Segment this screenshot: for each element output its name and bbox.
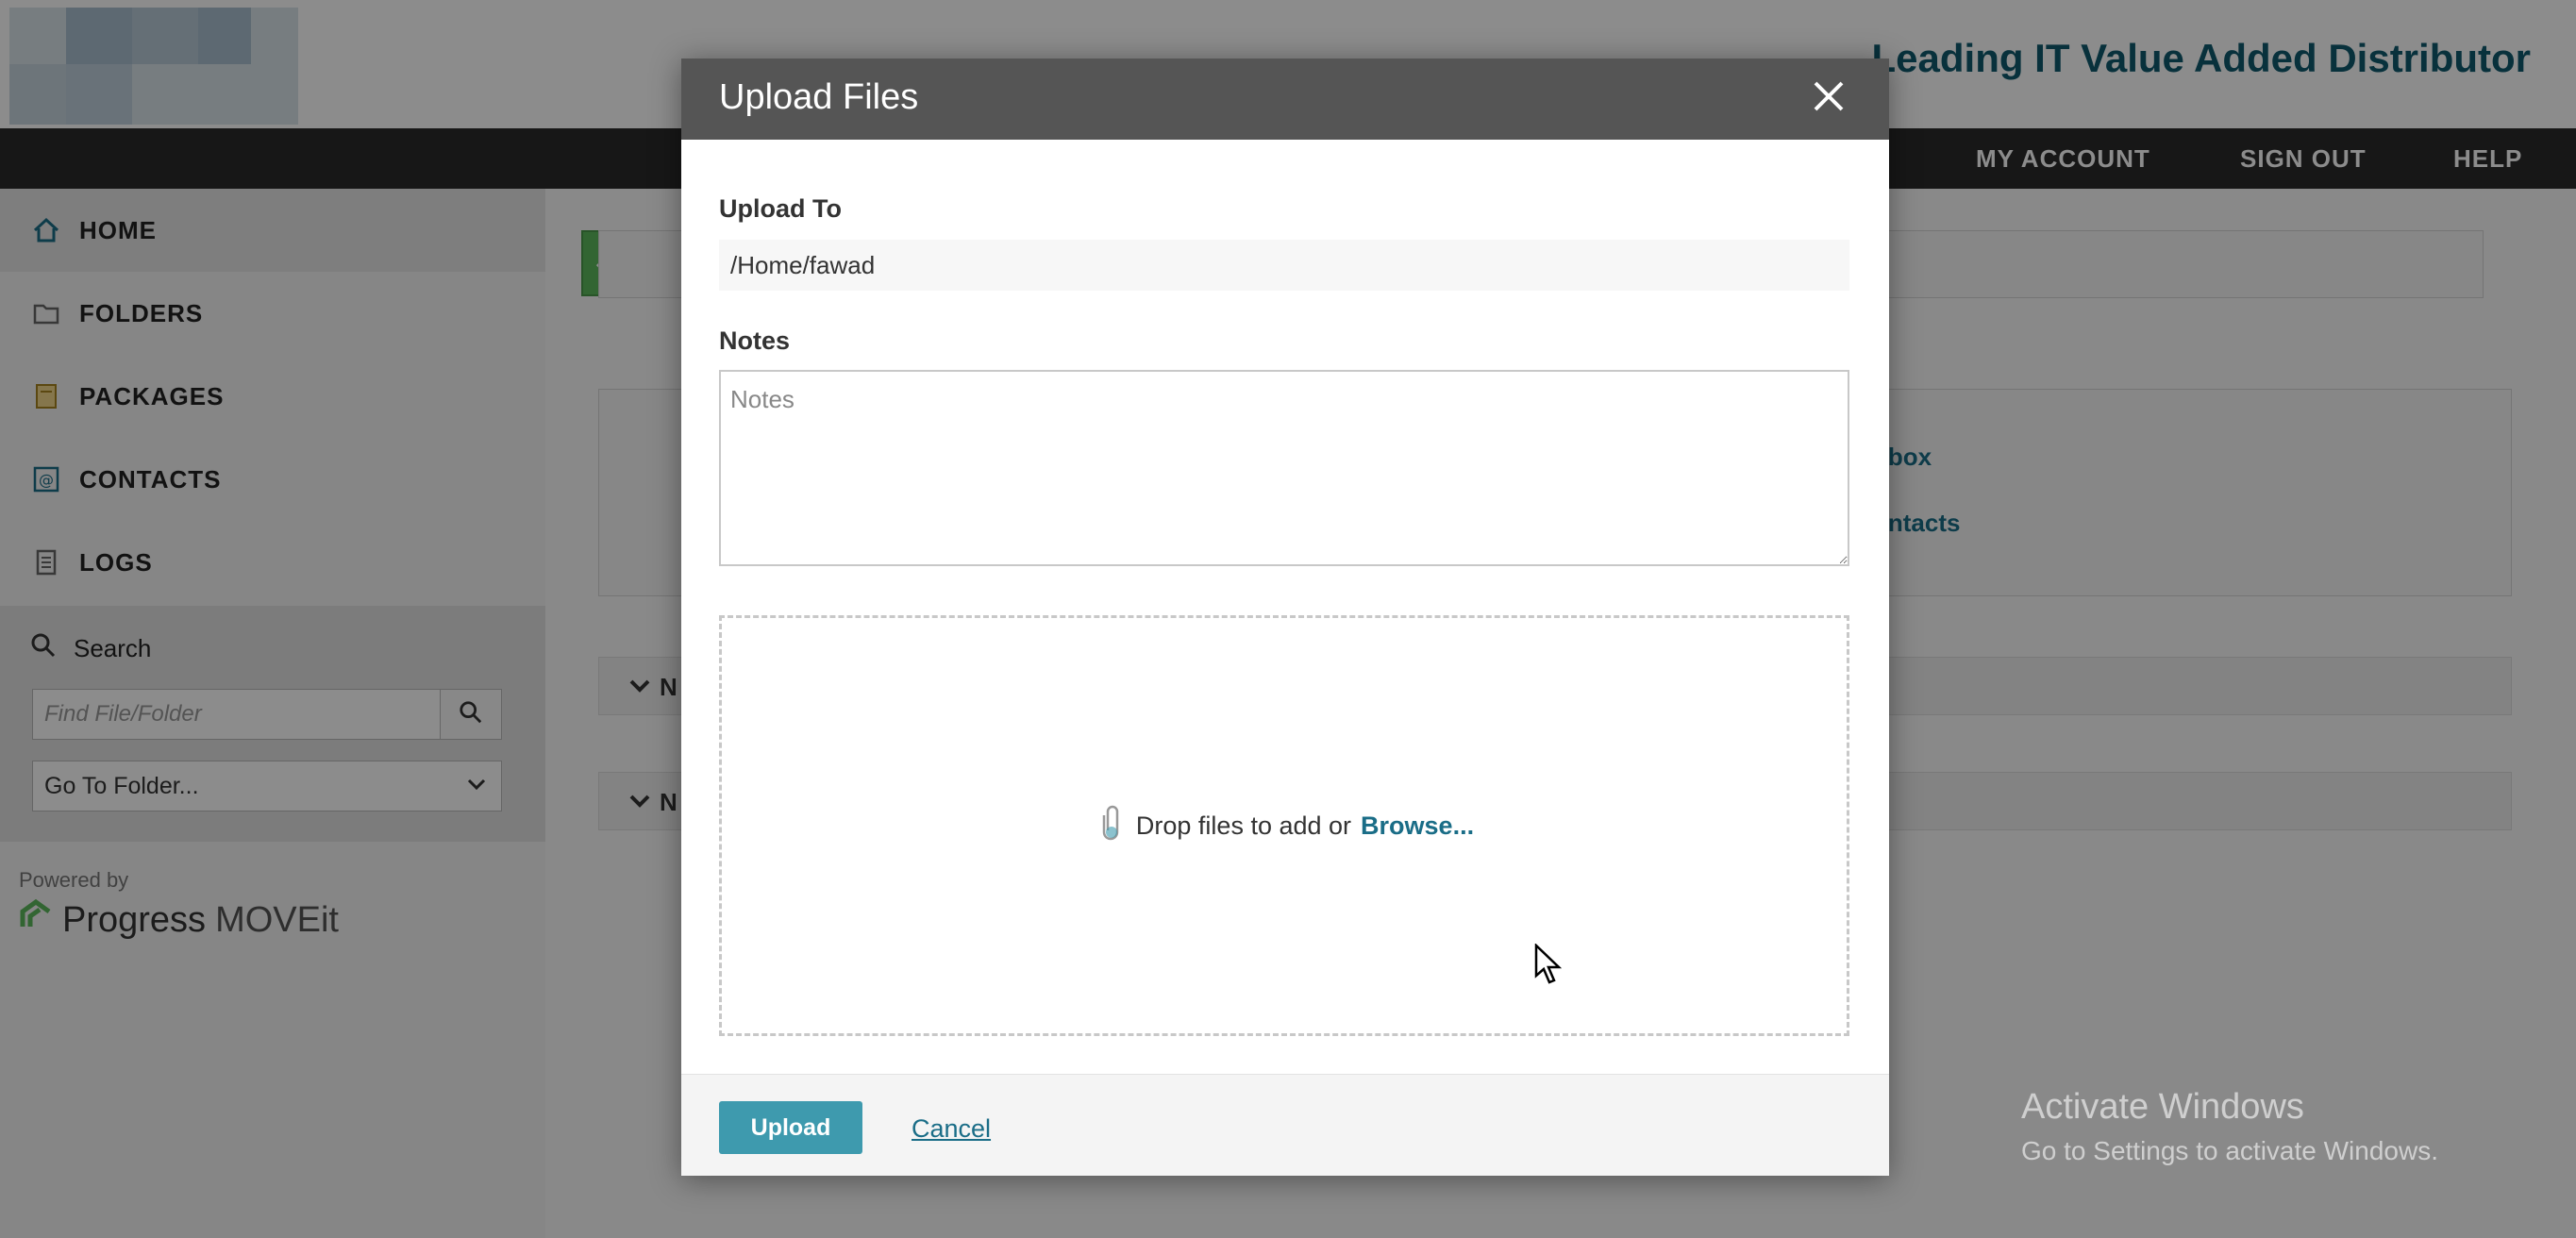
close-icon: [1812, 79, 1846, 118]
cancel-link[interactable]: Cancel: [912, 1114, 991, 1144]
windows-activation-hint: Go to Settings to activate Windows.: [2021, 1136, 2438, 1165]
notes-textarea[interactable]: [719, 370, 1849, 566]
notes-label: Notes: [719, 326, 791, 355]
close-button[interactable]: [1808, 77, 1849, 119]
file-drop-zone[interactable]: Drop files to add or Browse...: [719, 615, 1849, 1036]
mouse-cursor-icon: [1534, 943, 1563, 990]
drop-text: Drop files to add or: [1135, 811, 1352, 840]
attachment-icon: [1095, 802, 1127, 850]
upload-button[interactable]: Upload: [719, 1101, 862, 1154]
upload-to-label: Upload To: [719, 194, 842, 223]
dialog-header: Upload Files: [681, 59, 1889, 140]
upload-files-dialog: Upload Files Upload To /Home/fawad Notes…: [681, 59, 1889, 1176]
browse-link[interactable]: Browse...: [1361, 811, 1474, 841]
dialog-title: Upload Files: [719, 77, 919, 117]
windows-activation-watermark: Activate Windows: [2021, 1087, 2304, 1127]
drop-message: Drop files to add or Browse...: [722, 618, 1847, 1033]
dialog-footer: Upload Cancel: [681, 1074, 1889, 1176]
upload-to-path: /Home/fawad: [719, 240, 1849, 291]
